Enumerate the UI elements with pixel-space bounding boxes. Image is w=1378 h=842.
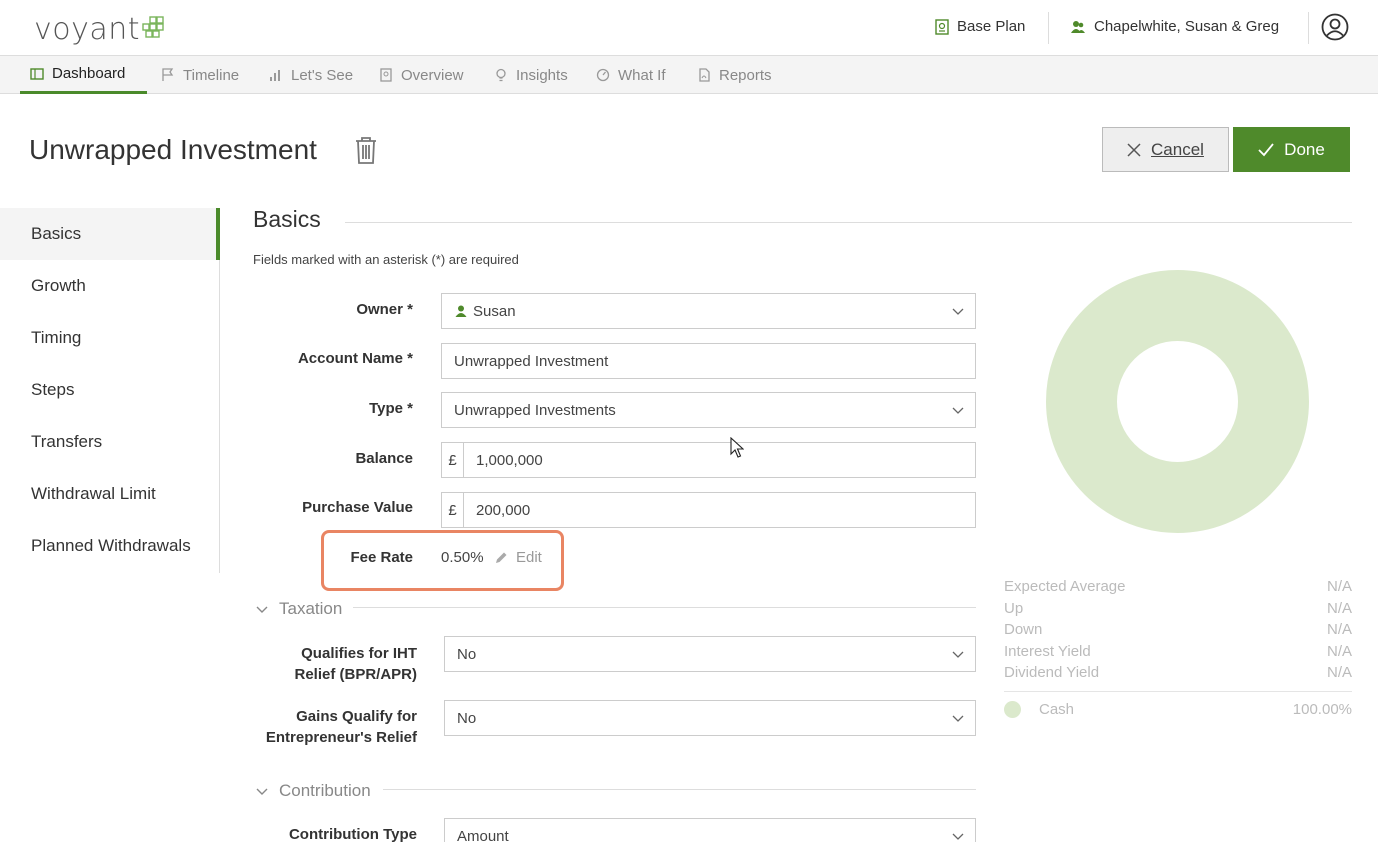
- stat-row: Up N/A: [1004, 599, 1352, 617]
- close-icon: [1127, 142, 1141, 157]
- tab-timeline[interactable]: Timeline: [151, 56, 249, 94]
- clients-icon: [1071, 20, 1085, 33]
- client-name: Chapelwhite, Susan & Greg: [1094, 18, 1280, 35]
- contribution-type-select[interactable]: Amount: [444, 818, 976, 842]
- top-header: voyant Base Plan Chapelwhite, Susan & Gr…: [0, 0, 1378, 56]
- legend-swatch: [1004, 701, 1021, 718]
- main-nav: Dashboard Timeline Let's See Overview In…: [0, 56, 1378, 94]
- plan-name: Base Plan: [957, 18, 1026, 35]
- owner-select[interactable]: Susan: [441, 293, 976, 329]
- sidenav-withdrawal-limit[interactable]: Withdrawal Limit: [0, 468, 220, 520]
- gauge-icon: [596, 68, 610, 82]
- section-heading: Basics: [253, 206, 321, 232]
- client-selector[interactable]: Chapelwhite, Susan & Greg: [1070, 18, 1279, 35]
- chevron-down-icon: [952, 407, 964, 414]
- required-hint: Fields marked with an asterisk (*) are r…: [253, 252, 519, 267]
- type-label: Type *: [369, 400, 413, 417]
- purchase-value-label: Purchase Value: [302, 499, 413, 516]
- check-icon: [1258, 142, 1274, 156]
- dashboard-icon: [30, 67, 44, 80]
- balance-label: Balance: [355, 450, 413, 467]
- tab-insights[interactable]: Insights: [484, 56, 578, 94]
- account-name-input[interactable]: Unwrapped Investment: [441, 343, 976, 379]
- chevron-down-icon: [256, 788, 268, 795]
- tab-lets-see[interactable]: Let's See: [259, 56, 363, 94]
- sidenav-steps[interactable]: Steps: [0, 364, 220, 416]
- plan-selector[interactable]: Base Plan: [935, 18, 1025, 35]
- app-logo[interactable]: voyant: [34, 12, 140, 47]
- stat-row: Interest Yield N/A: [1004, 642, 1352, 660]
- cancel-button[interactable]: Cancel: [1102, 127, 1229, 172]
- divider: [345, 222, 1352, 223]
- purchase-value-input[interactable]: £ 200,000: [441, 492, 976, 528]
- chevron-down-icon: [952, 651, 964, 658]
- tab-reports[interactable]: Reports: [687, 56, 782, 94]
- allocation-donut-chart: [1046, 270, 1309, 533]
- entrepreneurs-relief-label: Gains Qualify for Entrepreneur's Relief: [265, 708, 417, 746]
- mouse-cursor-icon: [730, 437, 744, 458]
- iht-relief-label: Qualifies for IHT Relief (BPR/APR): [294, 645, 417, 683]
- tab-what-if[interactable]: What If: [586, 56, 676, 94]
- stat-row: Dividend Yield N/A: [1004, 664, 1352, 681]
- bar-chart-icon: [270, 70, 280, 81]
- flag-icon: [162, 68, 174, 81]
- plan-icon: [935, 18, 949, 35]
- divider: [383, 789, 976, 790]
- account-icon[interactable]: [1321, 13, 1349, 41]
- trash-icon[interactable]: [354, 135, 378, 165]
- fee-rate-label: Fee Rate: [350, 549, 413, 566]
- done-button[interactable]: Done: [1233, 127, 1350, 172]
- divider: [1004, 691, 1352, 692]
- divider: [1308, 12, 1309, 44]
- contribution-type-label: Contribution Type: [288, 826, 417, 842]
- pdf-icon: [699, 68, 710, 82]
- sidenav-basics[interactable]: Basics: [0, 208, 220, 260]
- lightbulb-icon: [496, 68, 506, 82]
- growth-stats: Expected Average N/A Up N/A Down N/A Intere…: [1004, 578, 1352, 686]
- sidenav-planned-withdrawals[interactable]: Planned Withdrawals: [0, 520, 220, 572]
- document-icon: [380, 68, 392, 82]
- account-name-label: Account Name *: [297, 350, 413, 367]
- page-title: Unwrapped Investment: [29, 134, 317, 165]
- chevron-down-icon: [952, 308, 964, 315]
- sidenav-growth[interactable]: Growth: [0, 260, 220, 312]
- section-nav: Basics Growth Timing Steps Transfers Wit…: [0, 208, 220, 573]
- divider: [353, 607, 976, 608]
- chevron-down-icon: [952, 833, 964, 840]
- fee-rate-value: 0.50%: [441, 549, 484, 566]
- balance-input[interactable]: £ 1,000,000: [441, 442, 976, 478]
- entrepreneurs-relief-select[interactable]: No: [444, 700, 976, 736]
- taxation-toggle[interactable]: Taxation: [255, 599, 342, 619]
- currency-symbol: £: [442, 493, 464, 527]
- donut-slice-cash: [1046, 270, 1309, 533]
- tab-overview[interactable]: Overview: [369, 56, 474, 94]
- fee-rate-edit-link[interactable]: Edit: [495, 549, 542, 566]
- tab-dashboard[interactable]: Dashboard: [20, 56, 147, 94]
- type-select[interactable]: Unwrapped Investments: [441, 392, 976, 428]
- contribution-toggle[interactable]: Contribution: [255, 781, 371, 801]
- chevron-down-icon: [256, 606, 268, 613]
- pencil-icon: [496, 552, 507, 563]
- logo-mark-icon: [142, 16, 164, 38]
- divider: [1048, 12, 1049, 44]
- stat-row: Down N/A: [1004, 621, 1352, 638]
- stat-row: Expected Average N/A: [1004, 578, 1352, 595]
- currency-symbol: £: [442, 443, 464, 477]
- owner-label: Owner *: [356, 301, 413, 318]
- person-icon: [455, 305, 467, 317]
- sidenav-timing[interactable]: Timing: [0, 312, 220, 364]
- legend-item-cash: Cash 100.00%: [1004, 701, 1352, 718]
- chevron-down-icon: [952, 715, 964, 722]
- iht-relief-select[interactable]: No: [444, 636, 976, 672]
- sidenav-transfers[interactable]: Transfers: [0, 416, 220, 468]
